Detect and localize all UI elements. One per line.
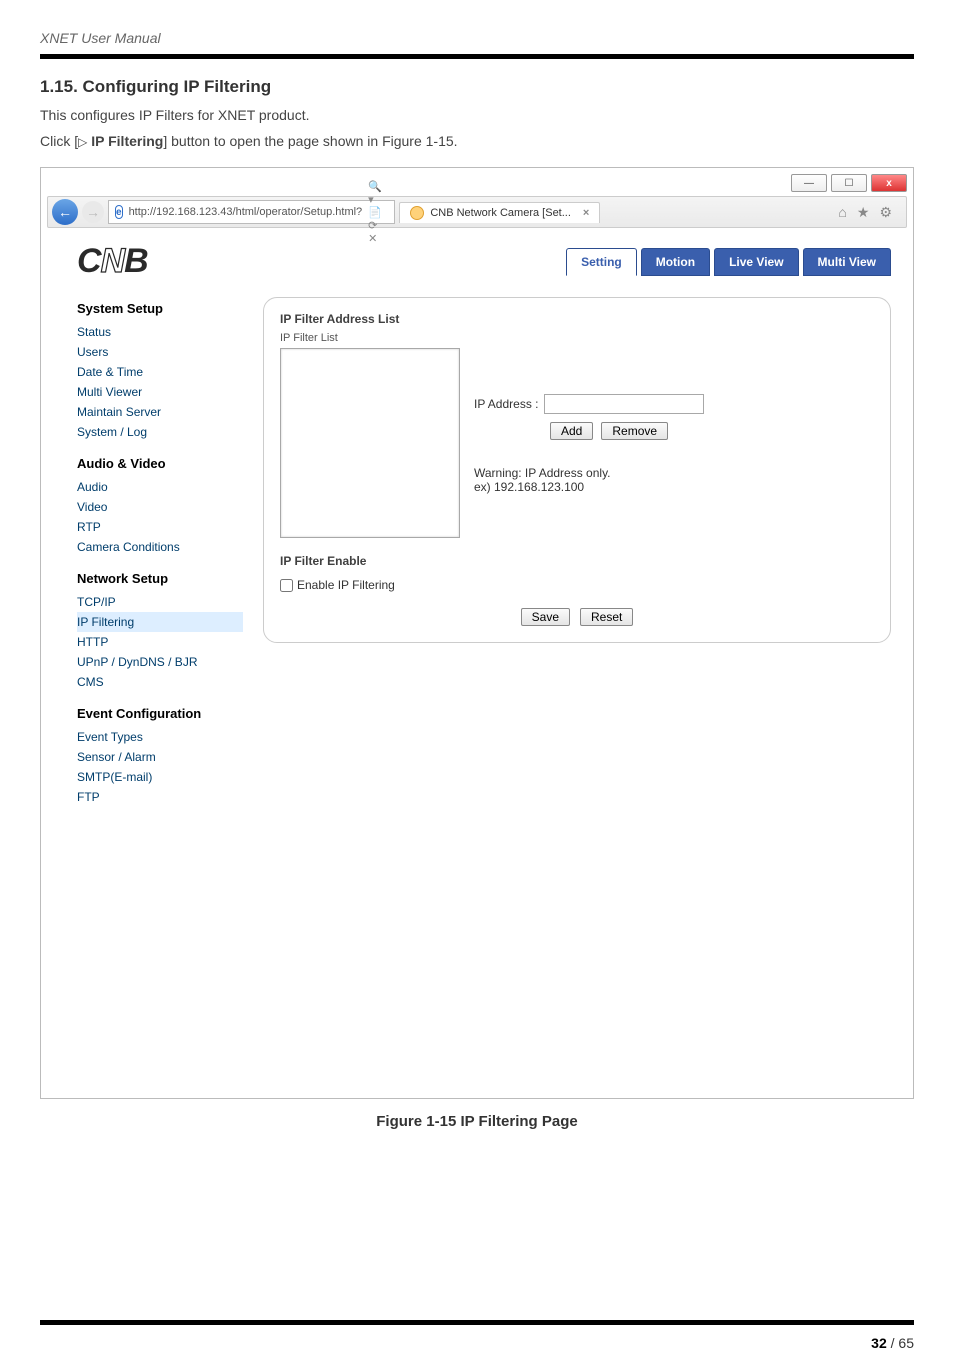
sidebar-item[interactable]: Sensor / Alarm bbox=[77, 747, 243, 767]
back-button[interactable]: ← bbox=[52, 199, 78, 225]
ip-address-input[interactable] bbox=[544, 394, 704, 414]
rule-top bbox=[40, 54, 914, 59]
main-panel: IP Filter Address List IP Filter List IP… bbox=[263, 297, 891, 807]
address-row: ← → e http://192.168.123.43/html/operato… bbox=[47, 196, 907, 228]
sidebar-item[interactable]: Camera Conditions bbox=[77, 537, 243, 557]
sidebar: System Setup StatusUsersDate & TimeMulti … bbox=[63, 297, 243, 807]
sidebar-item[interactable]: IP Filtering bbox=[77, 612, 243, 632]
tab-multiview[interactable]: Multi View bbox=[803, 248, 891, 276]
address-bar[interactable]: e http://192.168.123.43/html/operator/Se… bbox=[108, 200, 395, 224]
page-footer: 32 / 65 bbox=[0, 1325, 954, 1371]
tab-setting[interactable]: Setting bbox=[566, 248, 637, 276]
sidebar-item[interactable]: Multi Viewer bbox=[77, 382, 243, 402]
sidebar-item[interactable]: SMTP(E-mail) bbox=[77, 767, 243, 787]
filter-list-label: IP Filter List bbox=[280, 332, 874, 344]
save-button[interactable]: Save bbox=[521, 608, 570, 626]
tab-close-icon[interactable]: × bbox=[583, 207, 589, 219]
home-icon[interactable]: ⌂ bbox=[838, 204, 846, 221]
address-bar-icons: 🔍 ▾ 📄 ⟳ ✕ bbox=[368, 180, 388, 245]
url-text: http://192.168.123.43/html/operator/Setu… bbox=[129, 206, 363, 218]
sidebar-item[interactable]: HTTP bbox=[77, 632, 243, 652]
enable-label: IP Filter Enable bbox=[280, 554, 874, 568]
sidebar-item[interactable]: Maintain Server bbox=[77, 402, 243, 422]
doc-header: XNET User Manual bbox=[40, 30, 914, 54]
fieldset: IP Filter Address List IP Filter List IP… bbox=[263, 297, 891, 643]
app-tabs: Setting Motion Live View Multi View bbox=[566, 248, 891, 276]
active-tab[interactable]: CNB Network Camera [Set... × bbox=[399, 202, 600, 223]
settings-icon[interactable]: ⚙ bbox=[879, 204, 892, 221]
page-content: CNB Setting Motion Live View Multi View … bbox=[47, 232, 907, 1092]
ip-filter-listbox[interactable] bbox=[280, 348, 460, 538]
addr-list-label: IP Filter Address List bbox=[280, 312, 874, 326]
warning-text: Warning: IP Address only. bbox=[474, 466, 874, 480]
favorites-icon[interactable]: ★ bbox=[857, 204, 870, 221]
sidebar-group-title: Event Configuration bbox=[77, 706, 243, 721]
enable-ip-filtering-checkbox[interactable] bbox=[280, 579, 293, 592]
sidebar-item[interactable]: Date & Time bbox=[77, 362, 243, 382]
sidebar-item[interactable]: RTP bbox=[77, 517, 243, 537]
close-button[interactable]: x bbox=[871, 174, 907, 192]
remove-button[interactable]: Remove bbox=[601, 422, 668, 440]
sidebar-item[interactable]: CMS bbox=[77, 672, 243, 692]
ie-icon: e bbox=[115, 205, 123, 219]
intro-text: This configures IP Filters for XNET prod… bbox=[40, 107, 914, 123]
tab-liveview[interactable]: Live View bbox=[714, 248, 798, 276]
forward-button[interactable]: → bbox=[82, 201, 104, 223]
reset-button[interactable]: Reset bbox=[580, 608, 633, 626]
sidebar-item[interactable]: UPnP / DynDNS / BJR bbox=[77, 652, 243, 672]
browser-window: — ☐ x ← → e http://192.168.123.43/html/o… bbox=[40, 167, 914, 1099]
minimize-button[interactable]: — bbox=[791, 174, 827, 192]
sidebar-item[interactable]: Event Types bbox=[77, 727, 243, 747]
tab-title: CNB Network Camera [Set... bbox=[430, 207, 571, 219]
sidebar-item[interactable]: Video bbox=[77, 497, 243, 517]
tab-motion[interactable]: Motion bbox=[641, 248, 710, 276]
sidebar-item[interactable]: System / Log bbox=[77, 422, 243, 442]
tab-favicon-icon bbox=[410, 206, 424, 220]
click-instruction: Click [▷ IP Filtering] button to open th… bbox=[40, 133, 914, 149]
example-text: ex) 192.168.123.100 bbox=[474, 480, 874, 494]
maximize-button[interactable]: ☐ bbox=[831, 174, 867, 192]
sidebar-item[interactable]: Status bbox=[77, 322, 243, 342]
ip-address-label: IP Address : bbox=[474, 397, 538, 411]
sidebar-item[interactable]: FTP bbox=[77, 787, 243, 807]
enable-checkbox-label: Enable IP Filtering bbox=[297, 578, 395, 592]
cnb-logo: CNB bbox=[63, 242, 148, 281]
sidebar-group-title: Audio & Video bbox=[77, 456, 243, 471]
section-title: 1.15. Configuring IP Filtering bbox=[40, 77, 914, 97]
figure-caption: Figure 1-15 IP Filtering Page bbox=[40, 1113, 914, 1130]
sidebar-group-title: System Setup bbox=[77, 301, 243, 316]
sidebar-group-title: Network Setup bbox=[77, 571, 243, 586]
sidebar-item[interactable]: Audio bbox=[77, 477, 243, 497]
add-button[interactable]: Add bbox=[550, 422, 593, 440]
triangle-icon: ▷ bbox=[78, 136, 87, 148]
sidebar-item[interactable]: TCP/IP bbox=[77, 592, 243, 612]
sidebar-item[interactable]: Users bbox=[77, 342, 243, 362]
